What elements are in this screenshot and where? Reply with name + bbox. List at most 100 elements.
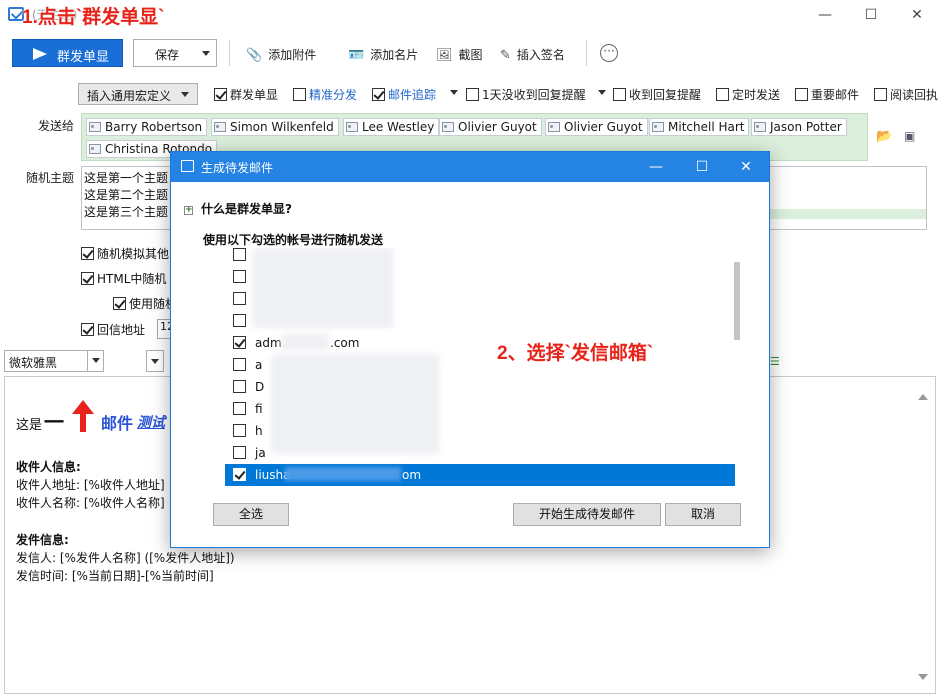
subject-line: 这是第三个主题: [84, 205, 169, 219]
option-label: 群发单显: [230, 88, 279, 102]
contact-icon: [89, 144, 101, 154]
recipient-chip[interactable]: Jason Potter: [751, 118, 847, 136]
reminder-dropdown-arrow[interactable]: [598, 86, 606, 102]
editor-scrollbar[interactable]: [916, 386, 930, 686]
generate-mail-dialog: 生成待发邮件 — ☐ ✕ + 什么是群发单显? 使用以下勾选的帐号进行随机发送 a…: [170, 151, 770, 548]
recipient-side-icons: 📂 ▣: [876, 129, 915, 144]
save-button[interactable]: 保存: [133, 39, 217, 67]
add-attachment-label: 添加附件: [268, 48, 317, 62]
font-size-select[interactable]: [146, 350, 164, 372]
checkbox[interactable]: [716, 88, 729, 101]
checkbox[interactable]: [233, 468, 246, 481]
checkbox[interactable]: [233, 402, 246, 415]
option-precise-dispatch[interactable]: 精准分发: [293, 86, 357, 102]
card-icon[interactable]: ▣: [904, 129, 915, 143]
contact-icon: [89, 122, 101, 132]
add-attachment-button[interactable]: 📎 添加附件: [246, 46, 316, 63]
recipient-info-heading: 收件人信息:: [16, 460, 81, 474]
sender-account-list[interactable]: adm .com a D fi h ja liusha om: [225, 248, 741, 491]
checkbox[interactable]: [113, 297, 126, 310]
option-no-reply-reminder[interactable]: 1天没收到回复提醒: [466, 86, 586, 102]
insert-macro-dropdown[interactable]: 插入通用宏定义: [78, 83, 198, 105]
folder-add-icon[interactable]: 📂: [876, 129, 892, 144]
option-important[interactable]: 重要邮件: [795, 86, 859, 102]
recipient-chip[interactable]: Barry Robertson: [86, 118, 208, 136]
account-label: h: [255, 424, 263, 438]
more-options-button[interactable]: ···: [600, 44, 618, 62]
contact-icon: [214, 122, 226, 132]
maximize-button[interactable]: ☐: [848, 0, 894, 30]
dialog-minimize-button[interactable]: —: [633, 152, 679, 182]
chevron-down-icon: [87, 351, 103, 371]
option-random-sim[interactable]: 随机模拟其他: [81, 245, 169, 262]
scroll-down-arrow-icon[interactable]: [918, 674, 928, 680]
option-read-receipt[interactable]: 阅读回执: [874, 86, 938, 102]
recipient-chip[interactable]: Olivier Guyot: [545, 118, 648, 136]
tracking-dropdown-arrow[interactable]: [450, 86, 458, 102]
checkbox[interactable]: [233, 270, 246, 283]
account-label: ja: [255, 446, 266, 460]
checkbox[interactable]: [372, 88, 385, 101]
insert-signature-label: 插入签名: [516, 48, 565, 62]
chevron-down-icon: [181, 92, 189, 97]
checkbox[interactable]: [233, 336, 246, 349]
checkbox[interactable]: [233, 446, 246, 459]
minimize-button[interactable]: —: [802, 0, 848, 30]
send-bulk-button[interactable]: 群发单显: [12, 39, 123, 67]
add-card-label: 添加名片: [370, 48, 419, 62]
dialog-title: 生成待发邮件: [201, 161, 274, 175]
option-reply-reminder[interactable]: 收到回复提醒: [613, 86, 701, 102]
checkbox[interactable]: [293, 88, 306, 101]
recipient-chip[interactable]: Lee Westley: [343, 118, 440, 136]
contact-icon: [548, 122, 560, 132]
option-label: 定时发送: [732, 88, 781, 102]
body-text-prefix: 这是: [16, 418, 43, 433]
checkbox[interactable]: [233, 292, 246, 305]
option-mail-tracking[interactable]: 邮件追踪: [372, 86, 436, 102]
option-scheduled-send[interactable]: 定时发送: [716, 86, 780, 102]
option-reply-address[interactable]: 回信地址: [81, 321, 145, 338]
checkbox[interactable]: [233, 358, 246, 371]
select-all-button[interactable]: 全选: [213, 503, 289, 526]
checkbox[interactable]: [214, 88, 227, 101]
close-button[interactable]: ✕: [894, 0, 940, 30]
checkbox[interactable]: [233, 248, 246, 261]
dialog-title-bar: 生成待发邮件 — ☐ ✕: [171, 152, 769, 182]
account-label: adm: [255, 336, 282, 350]
recipient-chip[interactable]: Mitchell Hart: [649, 118, 750, 136]
dialog-maximize-button[interactable]: ☐: [679, 152, 725, 182]
dialog-close-button[interactable]: ✕: [723, 152, 769, 182]
what-is-bulk-single-expander[interactable]: + 什么是群发单显?: [184, 200, 292, 217]
option-bulk-single[interactable]: 群发单显: [214, 86, 278, 102]
checkbox[interactable]: [233, 424, 246, 437]
option-use-random[interactable]: 使用随机: [113, 295, 177, 312]
scroll-up-arrow-icon[interactable]: [918, 394, 928, 400]
checkbox[interactable]: [81, 272, 94, 285]
contact-icon: [652, 122, 664, 132]
checkbox[interactable]: [81, 247, 94, 260]
account-list-scrollbar[interactable]: [734, 262, 740, 340]
checkbox[interactable]: [81, 323, 94, 336]
account-label-suffix: .com: [330, 336, 360, 350]
reply-address-input[interactable]: 12: [157, 319, 171, 339]
redaction-blur: [281, 334, 329, 350]
send-icon: [33, 48, 47, 60]
add-card-button[interactable]: 🪪 添加名片: [348, 46, 418, 63]
checkbox[interactable]: [466, 88, 479, 101]
checkbox[interactable]: [795, 88, 808, 101]
checkbox[interactable]: [233, 380, 246, 393]
checkbox[interactable]: [874, 88, 887, 101]
recipient-chip[interactable]: Simon Wilkenfeld: [211, 118, 339, 136]
checkbox[interactable]: [613, 88, 626, 101]
list-format-icon[interactable]: ☰: [770, 355, 780, 368]
start-generate-button[interactable]: 开始生成待发邮件: [513, 503, 661, 526]
option-html-random[interactable]: HTML中随机: [81, 270, 166, 287]
cancel-button[interactable]: 取消: [665, 503, 741, 526]
body-text-test: 测试: [137, 415, 165, 431]
font-family-select[interactable]: 微软雅黑: [4, 350, 104, 372]
screenshot-button[interactable]: 🖼 截图: [436, 46, 483, 63]
insert-signature-button[interactable]: ✎ 插入签名: [500, 46, 565, 63]
recipient-chip[interactable]: Olivier Guyot: [439, 118, 542, 136]
option-label: HTML中随机: [97, 272, 167, 286]
checkbox[interactable]: [233, 314, 246, 327]
